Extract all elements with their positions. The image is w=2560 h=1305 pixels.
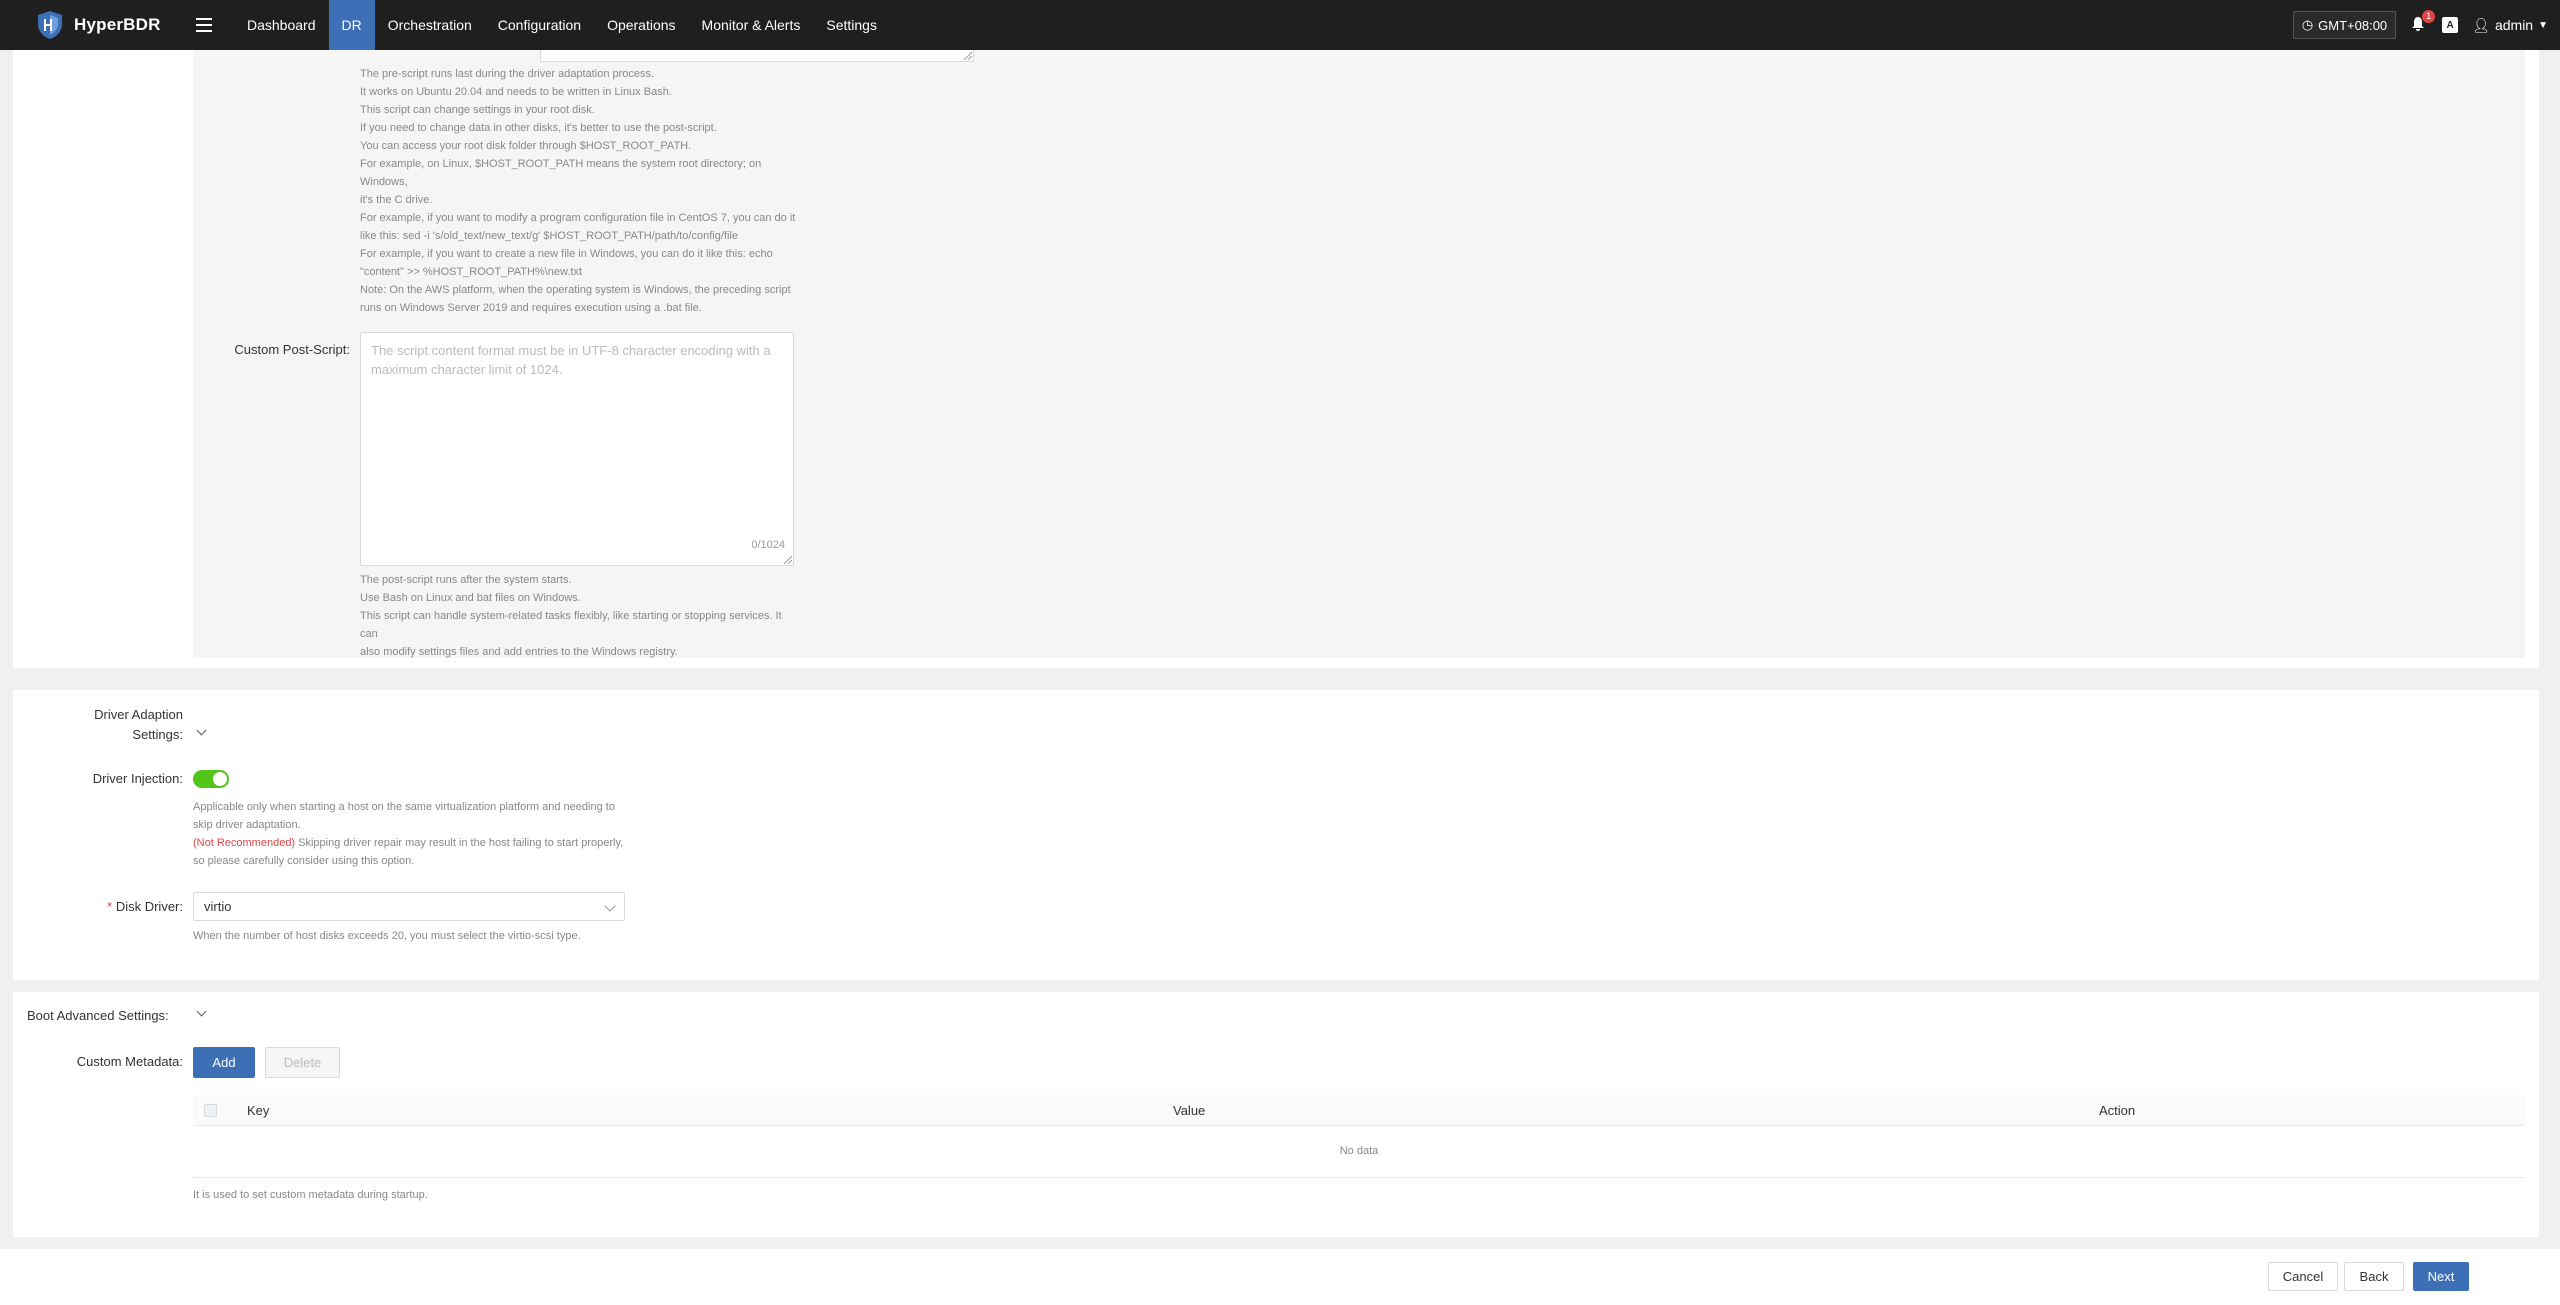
shield-logo-icon: [38, 11, 62, 39]
user-menu[interactable]: 👤︎ admin ▼: [2472, 17, 2548, 34]
help-line: it's the C drive.: [360, 194, 433, 206]
footer-actions: Cancel Back Next: [0, 1249, 2560, 1305]
char-counter: 0/1024: [751, 539, 785, 551]
table-header: Key Value Action: [193, 1095, 2525, 1126]
disk-driver-label: * Disk Driver:: [13, 899, 183, 914]
post-script-placeholder: The script content format must be in UTF…: [371, 343, 771, 377]
nav-settings[interactable]: Settings: [813, 0, 890, 50]
column-action: Action: [2099, 1103, 2136, 1118]
user-icon: 👤︎: [2472, 16, 2490, 33]
nav-monitor-alerts[interactable]: Monitor & Alerts: [689, 0, 814, 50]
custom-metadata-help: It is used to set custom metadata during…: [193, 1189, 428, 1201]
pre-script-help: The pre-script runs last during the driv…: [360, 65, 800, 317]
chevron-down-icon[interactable]: [196, 1006, 207, 1017]
table-empty-row: No data: [193, 1126, 2525, 1178]
help-line: Note: On the AWS platform, when the oper…: [360, 284, 791, 296]
post-script-label: Custom Post-Script:: [234, 342, 350, 357]
top-navbar: HyperBDR Dashboard DR Orchestration Conf…: [0, 0, 2560, 50]
help-line: If you need to change data in other disk…: [360, 122, 717, 134]
language-icon[interactable]: A: [2442, 17, 2459, 33]
help-line: Use Bash on Linux and bat files on Windo…: [360, 592, 581, 604]
chevron-down-icon: [604, 900, 616, 912]
clock-icon: ◷: [2301, 17, 2314, 32]
app-name: HyperBDR: [74, 15, 161, 34]
resize-handle-icon[interactable]: [964, 52, 972, 60]
boot-advanced-card: Boot Advanced Settings: Custom Metadata:…: [13, 992, 2539, 1237]
driver-injection-toggle[interactable]: [193, 770, 229, 788]
nav-configuration[interactable]: Configuration: [485, 0, 594, 50]
menu-toggle-icon[interactable]: [196, 14, 218, 36]
timezone-button[interactable]: ◷ GMT+08:00: [2292, 11, 2397, 39]
nav-dr[interactable]: DR: [328, 0, 375, 50]
username: admin: [2494, 17, 2534, 33]
timezone-label: GMT+08:00: [2318, 17, 2388, 33]
script-panel: The pre-script runs last during the driv…: [193, 50, 2525, 658]
help-line: For example, on Linux, $HOST_ROOT_PATH m…: [360, 158, 762, 188]
help-line: For example, if you want to modify a pro…: [360, 212, 796, 224]
column-key: Key: [247, 1103, 270, 1118]
disk-driver-value: virtio: [204, 899, 232, 914]
help-line: The post-script runs after the system st…: [360, 574, 572, 586]
notification-count-badge: 1: [2422, 10, 2436, 23]
delete-metadata-button[interactable]: Delete: [265, 1047, 340, 1078]
driver-adaption-card: Driver Adaption Settings: Driver Injecti…: [13, 690, 2539, 980]
resize-handle-icon[interactable]: [784, 556, 792, 564]
add-metadata-button[interactable]: Add: [193, 1047, 255, 1078]
select-all-checkbox[interactable]: [204, 1104, 217, 1117]
help-line: For example, if you want to create a new…: [360, 248, 773, 260]
help-line: Applicable only when starting a host on …: [193, 801, 615, 813]
nav-orchestration[interactable]: Orchestration: [375, 0, 485, 50]
help-line: You can access your root disk folder thr…: [360, 140, 692, 152]
help-line: also modify settings files and add entri…: [360, 646, 678, 658]
column-value: Value: [1173, 1103, 1206, 1118]
disk-driver-select[interactable]: virtio: [193, 892, 625, 921]
help-line: skip driver adaptation.: [193, 819, 301, 831]
next-button[interactable]: Next: [2413, 1262, 2469, 1291]
help-line: The pre-script runs last during the driv…: [360, 68, 655, 80]
post-script-help: The post-script runs after the system st…: [360, 571, 800, 661]
boot-advanced-section-label: Boot Advanced Settings:: [27, 1008, 169, 1023]
logo[interactable]: HyperBDR: [34, 9, 184, 41]
notification-bell-icon[interactable]: 1: [2410, 10, 2436, 34]
driver-injection-help: Applicable only when starting a host on …: [193, 798, 643, 870]
label-line: Settings:: [132, 727, 183, 742]
cancel-button[interactable]: Cancel: [2268, 1262, 2338, 1291]
back-button[interactable]: Back: [2344, 1262, 2404, 1291]
empty-text: No data: [1339, 1145, 1379, 1157]
post-script-textarea[interactable]: The script content format must be in UTF…: [360, 332, 794, 566]
metadata-table: Key Value Action No data: [193, 1095, 2525, 1178]
help-line: This script can change settings in your …: [360, 104, 595, 116]
help-line: It works on Ubuntu 20.04 and needs to be…: [360, 86, 672, 98]
nav-dashboard[interactable]: Dashboard: [234, 0, 329, 50]
main-nav: Dashboard DR Orchestration Configuration…: [234, 0, 890, 50]
disk-driver-help: When the number of host disks exceeds 20…: [193, 930, 581, 942]
chevron-down-icon[interactable]: [196, 725, 207, 736]
help-line: so please carefully consider using this …: [193, 855, 415, 867]
required-mark: *: [107, 899, 113, 914]
label-line: Driver Adaption: [94, 707, 183, 722]
driver-adaption-section-label: Driver Adaption Settings:: [13, 705, 183, 745]
not-recommended-text: (Not Recommended): [193, 837, 296, 849]
pre-script-textarea[interactable]: [540, 50, 974, 62]
help-line: like this: sed -i 's/old_text/new_text/g…: [360, 230, 738, 242]
driver-injection-label: Driver Injection:: [92, 771, 183, 786]
warning-text: Skipping driver repair may result in the…: [295, 837, 624, 849]
disk-driver-label-text: Disk Driver:: [115, 899, 183, 914]
nav-operations[interactable]: Operations: [594, 0, 688, 50]
help-line: (Not Recommended) Skipping driver repair…: [193, 834, 643, 852]
script-settings-card: The pre-script runs last during the driv…: [13, 50, 2539, 668]
help-line: This script can handle system-related ta…: [360, 610, 782, 640]
caret-down-icon: ▼: [2538, 19, 2548, 31]
help-line: runs on Windows Server 2019 and requires…: [360, 302, 702, 314]
help-line: "content" >> %HOST_ROOT_PATH%\new.txt: [360, 266, 582, 278]
custom-metadata-label: Custom Metadata:: [76, 1054, 183, 1069]
top-right-tools: ◷ GMT+08:00 1 A 👤︎ admin ▼: [2292, 0, 2548, 50]
